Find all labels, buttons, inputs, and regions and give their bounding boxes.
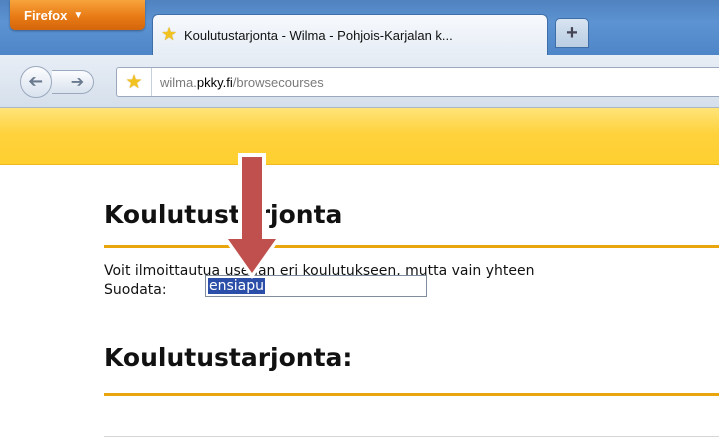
back-forward-group: ➔ ➔	[20, 66, 112, 98]
firefox-menu-button[interactable]: Firefox ▼	[10, 0, 145, 30]
heading-divider	[104, 245, 719, 248]
filter-label: Suodata:	[104, 282, 167, 298]
site-banner	[0, 108, 719, 165]
arrow-left-icon: ➔	[28, 71, 44, 92]
url-bar[interactable]: ★ wilma.pkky.fi/browsecourses	[116, 67, 719, 97]
browser-tab-active[interactable]: ★ Koulutustarjonta - Wilma - Pohjois-Kar…	[152, 14, 548, 55]
new-tab-button[interactable]: +	[555, 18, 589, 48]
course-list-heading: Koulutustarjonta:	[104, 343, 353, 372]
tab-title: Koulutustarjonta - Wilma - Pohjois-Karja…	[184, 27, 453, 43]
navigation-toolbar: ➔ ➔ ★ wilma.pkky.fi/browsecourses	[0, 55, 719, 108]
arrow-right-icon: ➔	[70, 72, 85, 91]
site-identity-button[interactable]: ★	[117, 68, 152, 96]
firefox-menu-label: Firefox	[24, 7, 68, 23]
list-heading-divider	[104, 393, 719, 396]
chevron-down-icon: ▼	[73, 9, 84, 21]
list-divider	[104, 436, 719, 437]
forward-button[interactable]: ➔	[52, 70, 94, 94]
star-icon: ★	[125, 71, 143, 93]
back-button[interactable]: ➔	[20, 66, 52, 98]
url-domain: pkky.fi	[196, 74, 233, 90]
url-path: /browsecourses	[232, 74, 324, 90]
close-icon[interactable]	[527, 26, 541, 40]
browser-titlebar: Firefox ▼ ★ Koulutustarjonta - Wilma - P…	[0, 0, 719, 55]
url-prefix: wilma.	[160, 74, 197, 90]
star-icon: ★	[161, 24, 178, 45]
annotation-arrow-down	[221, 153, 283, 279]
filter-input-value: ensiapu	[208, 278, 266, 294]
url-text: wilma.pkky.fi/browsecourses	[160, 75, 324, 90]
plus-icon: +	[566, 22, 578, 44]
